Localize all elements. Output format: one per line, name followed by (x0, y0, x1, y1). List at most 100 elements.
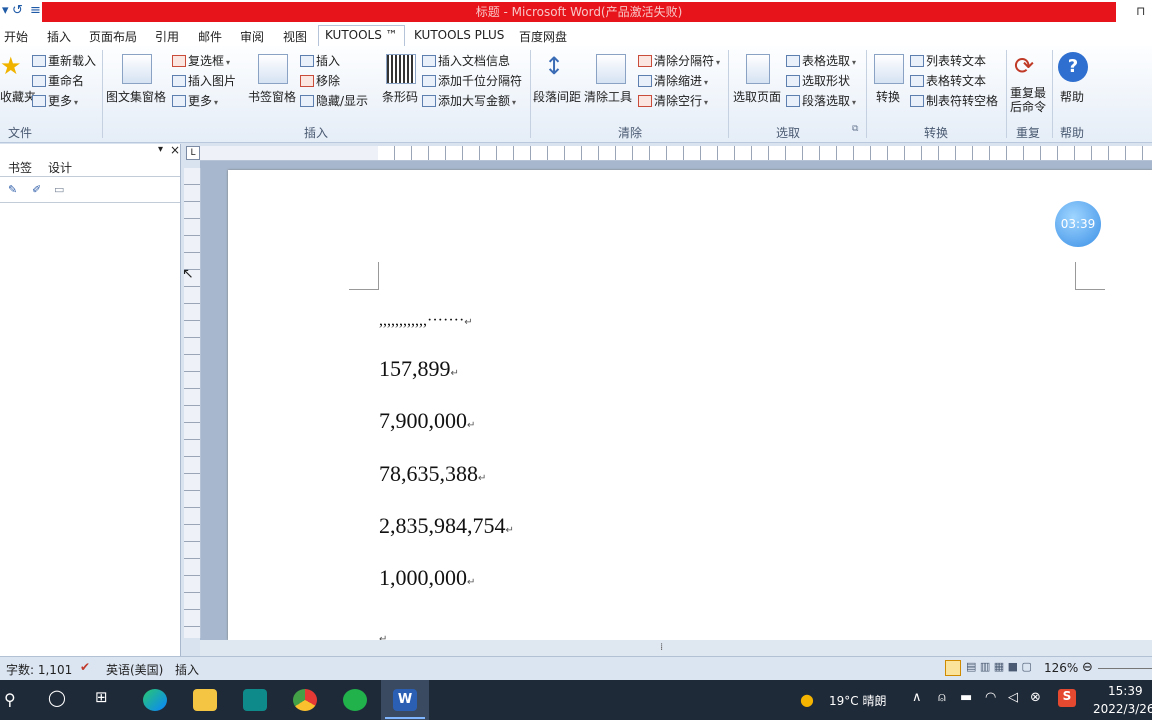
table-select-label: 表格选取 (802, 54, 851, 68)
view-mode-icons[interactable]: ▤ ▥ ▦ ■ ▢ (966, 660, 1032, 673)
volume-icon[interactable]: ◁ (1008, 690, 1018, 705)
list-to-text-button[interactable]: 列表转文本 (910, 52, 986, 69)
weather-text[interactable]: 19°C 晴朗 (829, 692, 886, 709)
customize-quick-access-icon[interactable]: ≡ (30, 3, 41, 18)
undo-icon[interactable]: ↺ (12, 3, 23, 18)
clear-separator-label: 清除分隔符 (654, 54, 715, 68)
recording-timer-badge[interactable]: 03:39 (1055, 201, 1101, 247)
bookmark-pane-button[interactable]: 书签窗格 (248, 88, 296, 105)
file-explorer-icon[interactable] (193, 689, 217, 711)
rename-button[interactable]: 重命名 (32, 72, 84, 89)
microphone-icon[interactable]: ⍝ (938, 690, 946, 705)
convert-button[interactable]: 转换 (876, 88, 900, 105)
document-line[interactable]: 7,900,000↵ (379, 408, 475, 434)
horizontal-scrollbar[interactable] (200, 640, 1152, 656)
paragraph-select-button[interactable]: 段落选取 ▾ (786, 92, 856, 109)
tab-home[interactable]: 开始 (4, 28, 28, 45)
restore-window-button[interactable]: ⊓ (1136, 2, 1152, 20)
pane-delete-icon[interactable]: ▭ (54, 183, 64, 196)
clock-time[interactable]: 15:39 (1108, 684, 1143, 698)
paragraph-mark: ↵ (505, 525, 514, 536)
reload-button[interactable]: 重新载入 (32, 52, 96, 69)
insert-more-button[interactable]: 更多 ▾ (172, 92, 218, 109)
tab-stop-selector-icon[interactable]: L (186, 146, 200, 160)
multitask-icon[interactable]: ⊞ (95, 688, 108, 706)
vertical-ruler[interactable] (184, 168, 201, 638)
repeat-last-command-button[interactable]: 重复最后命令 (1008, 86, 1048, 114)
paragraph-spacing-icon: ↕ (544, 52, 565, 80)
table-select-button[interactable]: 表格选取 ▾ (786, 52, 856, 69)
search-icon[interactable]: ⚲ (4, 690, 16, 709)
bookmark-insert-button[interactable]: 插入 (300, 52, 340, 69)
autotext-pane-button[interactable]: 图文集窗格 (106, 88, 166, 105)
checkbox-button[interactable]: 复选框 ▾ (172, 52, 230, 69)
more-icon (172, 95, 186, 107)
tab-baidu-netdisk[interactable]: 百度网盘 (519, 28, 567, 45)
pane-options-button[interactable]: ▾ (158, 144, 163, 155)
scrollbar-grip-icon[interactable]: ⁞ (660, 642, 663, 653)
clock-date[interactable]: 2022/3/26 (1093, 702, 1152, 716)
insert-mode-indicator[interactable]: 插入 (175, 661, 199, 678)
tab-insert[interactable]: 插入 (47, 28, 71, 45)
bookmark-remove-button[interactable]: 移除 (300, 72, 340, 89)
wifi-icon[interactable]: ◠ (985, 690, 996, 705)
add-thousand-separator-button[interactable]: 添加千位分隔符 (422, 72, 522, 89)
tab-references[interactable]: 引用 (155, 28, 179, 45)
close-circle-icon[interactable]: ⊗ (1030, 690, 1041, 705)
clear-tools-button[interactable]: 清除工具 (584, 88, 632, 105)
word-count[interactable]: 字数: 1,101 (6, 661, 72, 678)
insert-picture-button[interactable]: 插入图片 (172, 72, 236, 89)
language-indicator[interactable]: 英语(美国) (106, 661, 163, 678)
word-icon[interactable]: W (393, 689, 417, 711)
tab-view[interactable]: 视图 (283, 28, 307, 45)
zoom-out-button[interactable]: ⊖ (1082, 660, 1093, 675)
clear-space-icon (638, 95, 652, 107)
paragraph-mark: ↵ (464, 317, 473, 328)
select-shape-button[interactable]: 选取形状 (786, 72, 850, 89)
clear-separator-button[interactable]: 清除分隔符 ▾ (638, 52, 720, 69)
add-amount-caps-button[interactable]: 添加大写金额 ▾ (422, 92, 516, 109)
dialog-launcher-icon[interactable]: ⧉ (852, 124, 858, 134)
document-line[interactable]: 2,835,984,754↵ (379, 513, 514, 539)
pane-tab-bookmarks[interactable]: 书签 (8, 159, 32, 176)
document-page[interactable] (228, 170, 1152, 640)
barcode-button[interactable]: 条形码 (382, 88, 418, 105)
pane-edit-icon[interactable]: ✐ (32, 183, 41, 196)
clear-indent-button[interactable]: 清除缩进 ▾ (638, 72, 708, 89)
print-layout-view-icon[interactable] (945, 660, 961, 676)
pane-add-icon[interactable]: ✎ (8, 183, 17, 196)
edge-browser-icon[interactable] (143, 689, 167, 711)
select-page-button[interactable]: 选取页面 (733, 88, 781, 105)
file-more-button[interactable]: 更多 ▾ (32, 92, 78, 109)
tray-chevron-icon[interactable]: ∧ (912, 690, 922, 705)
document-line[interactable]: 78,635,388↵ (379, 461, 486, 487)
tab-to-space-button[interactable]: 制表符转空格 (910, 92, 998, 109)
proofing-icon[interactable]: ✔ (80, 660, 90, 674)
hide-show-button[interactable]: 隐藏/显示 (300, 92, 368, 109)
task-view-icon[interactable]: ◯ (48, 688, 66, 707)
document-line[interactable]: 157,899↵ (379, 356, 459, 382)
clear-space-button[interactable]: 清除空行 ▾ (638, 92, 708, 109)
table-to-text-button[interactable]: 表格转文本 (910, 72, 986, 89)
favorites-button[interactable]: 收藏夹 (0, 88, 36, 105)
wechat-icon[interactable] (343, 689, 367, 711)
tab-review[interactable]: 审阅 (240, 28, 264, 45)
bing-icon[interactable] (243, 689, 267, 711)
zoom-level[interactable]: 126% (1044, 661, 1078, 675)
pane-close-button[interactable]: × (170, 143, 180, 157)
battery-icon[interactable]: ▬ (960, 690, 972, 705)
document-line[interactable]: ,,,,,,,,,,,,·······↵ (379, 312, 473, 330)
insert-doc-info-button[interactable]: 插入文档信息 (422, 52, 510, 69)
tab-mailings[interactable]: 邮件 (198, 28, 222, 45)
tab-page-layout[interactable]: 页面布局 (89, 28, 137, 45)
sogou-input-icon[interactable]: S (1058, 689, 1076, 707)
chrome-icon[interactable] (293, 689, 317, 711)
tab-kutools-plus[interactable]: KUTOOLS PLUS (414, 28, 504, 42)
document-line[interactable]: 1,000,000↵ (379, 565, 475, 591)
pane-tab-design[interactable]: 设计 (48, 159, 72, 176)
quick-access-dropdown-icon[interactable]: ▾ (2, 3, 9, 18)
help-button[interactable]: 帮助 (1060, 88, 1084, 105)
reload-label: 重新载入 (48, 54, 97, 68)
zoom-slider[interactable] (1098, 668, 1152, 669)
paragraph-spacing-button[interactable]: 段落间距 (533, 88, 581, 105)
